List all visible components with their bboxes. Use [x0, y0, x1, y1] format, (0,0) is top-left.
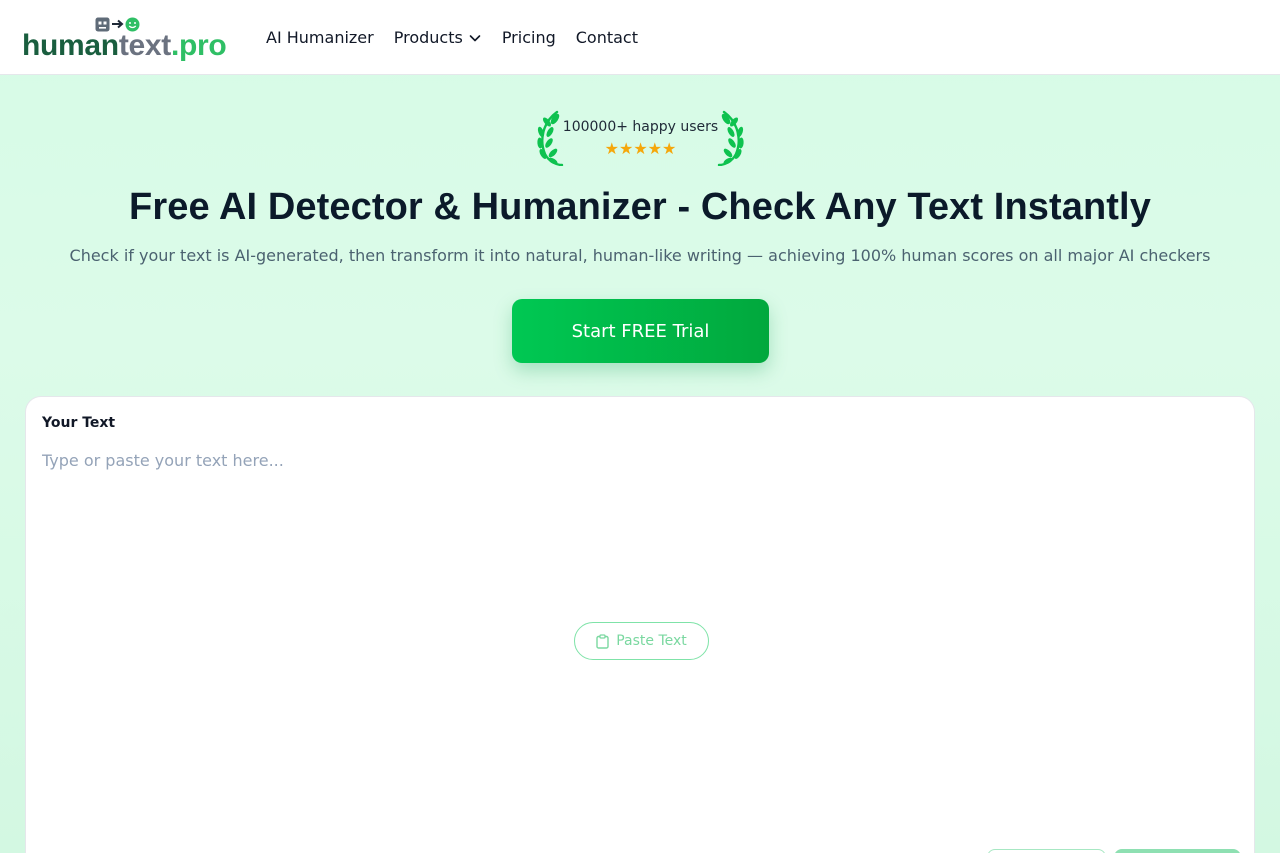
start-free-trial-button[interactable]: Start FREE Trial — [512, 299, 769, 363]
main-nav: AI Humanizer Products Pricing Contact — [266, 26, 638, 50]
your-text-label: Your Text — [42, 415, 116, 431]
logo[interactable]: humantext.pro — [22, 14, 232, 64]
logo-part-text: text — [118, 29, 171, 62]
laurel-right-icon — [717, 110, 744, 166]
nav-ai-humanizer[interactable]: AI Humanizer — [266, 26, 374, 50]
chevron-down-icon — [469, 35, 481, 42]
happy-users-badge: 100000+ happy users ★★★★★ — [535, 108, 746, 166]
text-editor-card: Your Text Paste Text — [25, 396, 1255, 853]
site-header: humantext.pro AI Humanizer Products Pric… — [0, 0, 1280, 75]
nav-products[interactable]: Products — [394, 26, 482, 50]
logo-part-pro: .pro — [171, 29, 227, 62]
nav-products-label: Products — [393, 28, 463, 47]
logo-part-human: human — [22, 29, 119, 62]
rating-stars-icon: ★★★★★ — [604, 139, 677, 158]
primary-action-button[interactable] — [1114, 849, 1241, 853]
nav-pricing[interactable]: Pricing — [502, 26, 556, 50]
paste-text-button[interactable]: Paste Text — [574, 622, 709, 660]
logo-text: humantext.pro — [22, 28, 227, 64]
clipboard-icon — [596, 633, 609, 649]
secondary-action-button[interactable] — [987, 849, 1106, 853]
badge-text: 100000+ happy users — [562, 119, 719, 135]
nav-contact[interactable]: Contact — [576, 26, 638, 50]
paste-text-label: Paste Text — [616, 633, 687, 649]
hero-subtitle: Check if your text is AI-generated, then… — [69, 246, 1211, 265]
page-title: Free AI Detector & Humanizer - Check Any… — [129, 186, 1151, 228]
